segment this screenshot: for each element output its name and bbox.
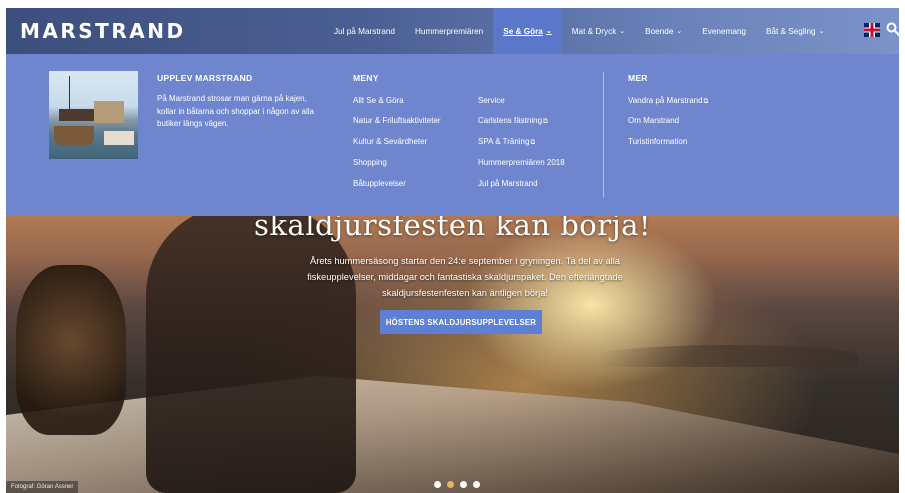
search-icon[interactable] bbox=[886, 22, 900, 36]
intro-text: På Marstrand strosar man gärna på kajen,… bbox=[157, 94, 314, 128]
menu-link-carlstens[interactable]: Carlstens fästning⧉ bbox=[478, 116, 548, 126]
fisherman-shape bbox=[146, 205, 356, 493]
site-logo[interactable]: MARSTRAND bbox=[20, 19, 186, 43]
nav-item-jul[interactable]: Jul på Marstrand bbox=[324, 8, 405, 54]
chevron-down-icon: ⌄ bbox=[676, 28, 683, 35]
carousel-dots bbox=[434, 481, 480, 488]
nav-item-hummerpremiaren[interactable]: Hummerpremiären bbox=[405, 8, 493, 54]
photo-credit: Fotograf: Göran Assner bbox=[6, 481, 79, 493]
menu-link-batupplevelser[interactable]: Båtupplevelser bbox=[353, 179, 406, 188]
menu-divider bbox=[603, 72, 604, 198]
menu-link-service[interactable]: Service bbox=[478, 96, 505, 105]
site-header: MARSTRAND Jul på Marstrand Hummerpremiär… bbox=[6, 8, 900, 54]
menu-link-label: Vandra på Marstrand bbox=[628, 96, 703, 105]
menu-link-vandra[interactable]: Vandra på Marstrand⧉ bbox=[628, 96, 708, 106]
menu-link-turistinformation[interactable]: Turistinformation bbox=[628, 137, 687, 146]
chevron-down-icon: ⌄ bbox=[545, 28, 552, 35]
menu-link-shopping[interactable]: Shopping bbox=[353, 158, 387, 167]
menu-link-om-marstrand[interactable]: Om Marstrand bbox=[628, 116, 679, 125]
menu-link-natur[interactable]: Natur & Friluftsaktiviteter bbox=[353, 116, 441, 125]
hero-text: Årets hummersäsong startar den 24:e sept… bbox=[307, 256, 623, 298]
nav-label: Hummerpremiären bbox=[414, 26, 484, 36]
external-link-icon: ⧉ bbox=[703, 98, 709, 105]
menu-link-label: SPA & Träning bbox=[478, 137, 530, 146]
nav-item-bat-segling[interactable]: Båt & Segling ⌄ bbox=[756, 8, 835, 54]
carousel-dot[interactable] bbox=[447, 481, 454, 488]
nav-item-se-gora[interactable]: Se & Göra ⌄ bbox=[493, 8, 562, 54]
nav-label: Evenemang bbox=[702, 26, 746, 36]
coastline-shape bbox=[599, 345, 859, 367]
nav-label: Mat & Dryck bbox=[571, 26, 617, 36]
menu-link-hummerpremiaren-2018[interactable]: Hummerpremiären 2018 bbox=[478, 158, 565, 167]
page: skaldjursfesten kan börja! Årets hummers… bbox=[0, 0, 905, 493]
main-nav: Jul på Marstrand Hummerpremiären Se & Gö… bbox=[324, 8, 834, 54]
chevron-down-icon: ⌄ bbox=[619, 28, 626, 35]
nav-item-mat-dryck[interactable]: Mat & Dryck ⌄ bbox=[562, 8, 635, 54]
intro-title: UPPLEV MARSTRAND bbox=[157, 73, 253, 83]
uk-flag-icon[interactable] bbox=[864, 23, 880, 37]
mega-menu: UPPLEV MARSTRAND På Marstrand strosar ma… bbox=[6, 54, 899, 216]
carousel-dot[interactable] bbox=[473, 481, 480, 488]
menu-link-allt-se-gora[interactable]: Allt Se & Göra bbox=[353, 96, 404, 105]
external-link-icon: ⧉ bbox=[530, 139, 536, 146]
meny-title: MENY bbox=[353, 73, 379, 83]
nav-label: Båt & Segling bbox=[765, 26, 816, 36]
menu-link-spa[interactable]: SPA & Träning⧉ bbox=[478, 137, 535, 147]
menu-link-kultur[interactable]: Kultur & Sevärdheter bbox=[353, 137, 427, 146]
nav-label: Jul på Marstrand bbox=[334, 26, 395, 36]
reel-shape bbox=[16, 265, 126, 435]
nav-item-evenemang[interactable]: Evenemang bbox=[692, 8, 756, 54]
external-link-icon: ⧉ bbox=[543, 118, 548, 125]
nav-item-boende[interactable]: Boende ⌄ bbox=[635, 8, 692, 54]
cta-button[interactable]: HÖSTENS SKALDJURSUPPLEVELSER bbox=[380, 310, 542, 334]
boat-shape bbox=[6, 376, 899, 493]
menu-link-label: Carlstens fästning bbox=[478, 116, 543, 125]
menu-link-jul[interactable]: Jul på Marstrand bbox=[478, 179, 538, 188]
chevron-down-icon: ⌄ bbox=[818, 28, 825, 35]
carousel-dot[interactable] bbox=[460, 481, 467, 488]
nav-label: Boende bbox=[645, 26, 674, 36]
marstrand-harbor-image bbox=[49, 71, 138, 159]
carousel-dot[interactable] bbox=[434, 481, 441, 488]
nav-label: Se & Göra bbox=[503, 26, 543, 36]
mer-title: MER bbox=[628, 73, 648, 83]
